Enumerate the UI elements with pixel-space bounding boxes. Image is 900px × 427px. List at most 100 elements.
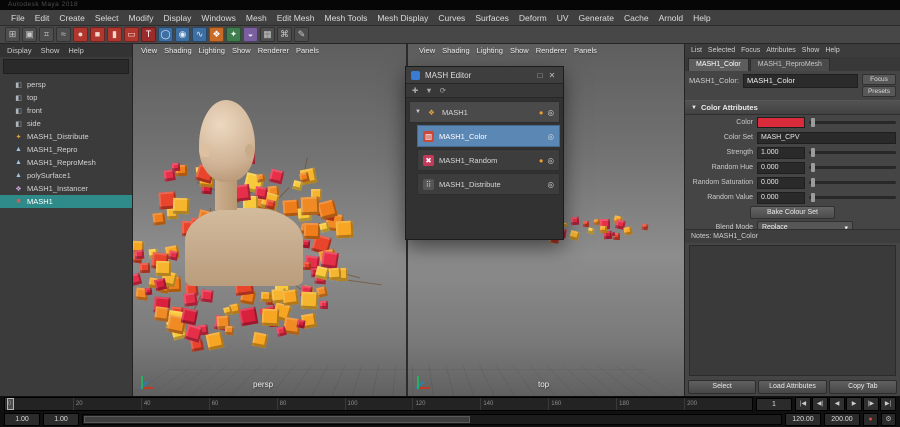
menu-help[interactable]: Help [688,13,715,23]
ae-tab-mash1-color[interactable]: MASH1_Color [688,58,749,71]
viewport-menu-lighting[interactable]: Lighting [477,46,503,55]
filter-icon[interactable]: ▼ [425,86,432,95]
sweep-mesh-icon[interactable]: ✦ [226,27,241,42]
presets-button[interactable]: Presets [862,86,896,97]
mash-node-row-mash1-distribute[interactable]: ⠿MASH1_Distribute◎ [417,173,560,195]
viewport-menu-view[interactable]: View [141,46,157,55]
bake-colour-set-button[interactable]: Bake Colour Set [750,206,835,219]
menu-generate[interactable]: Generate [574,13,619,23]
snap-curve-icon[interactable]: ≈ [56,27,71,42]
menu-create[interactable]: Create [54,13,90,23]
viewport-menu-show[interactable]: Show [510,46,529,55]
color-slider[interactable] [809,121,896,124]
menu-arnold[interactable]: Arnold [654,13,689,23]
step-back-frame-button[interactable]: ◀| [812,397,828,411]
outliner-item-mash1-distribute[interactable]: ✦MASH1_Distribute [0,130,132,143]
refresh-icon[interactable]: ⟳ [440,86,446,95]
outliner-item-front[interactable]: ◧front [0,104,132,117]
mash-node-row-mash1-color[interactable]: ▧MASH1_Color◎ [417,125,560,147]
value-field[interactable]: 0.000 [757,192,805,204]
solo-icon[interactable]: ● [539,108,544,117]
menu-modify[interactable]: Modify [124,13,159,23]
focus-button[interactable]: Focus [862,74,896,85]
eye-icon[interactable]: ◎ [547,156,554,165]
four-view-icon[interactable]: ⊞ [5,27,20,42]
viewport-menu-shading[interactable]: Shading [442,46,470,55]
value-field[interactable]: 0.000 [757,162,805,174]
viewport-menu-panels[interactable]: Panels [574,46,597,55]
type-tool-icon[interactable]: T [141,27,156,42]
viewport-menu-show[interactable]: Show [232,46,251,55]
menu-select[interactable]: Select [90,13,124,23]
viewport-menu-panels[interactable]: Panels [296,46,319,55]
time-slider[interactable]: 020406080100120140160180200 [4,397,753,411]
menu-surfaces[interactable]: Surfaces [470,13,514,23]
outliner-item-mash1[interactable]: ■MASH1 [0,195,132,208]
playback-end-field[interactable]: 120.00 [785,413,821,426]
ae-tab-mash1-repromesh[interactable]: MASH1_ReproMesh [750,58,830,71]
color-swatch[interactable] [757,117,805,128]
ae-menu-show[interactable]: Show [802,47,820,54]
outliner-menu-help[interactable]: Help [68,46,83,55]
viewport-menu-view[interactable]: View [419,46,435,55]
curve-tool-icon[interactable]: ∿ [192,27,207,42]
slider-track[interactable] [809,166,896,169]
outliner-menu-display[interactable]: Display [7,46,32,55]
step-forward-frame-button[interactable]: |▶ [863,397,879,411]
copy-tab-button[interactable]: Copy Tab [829,380,897,394]
mash-node-row-mash1[interactable]: ▼❖MASH1●◎ [409,101,560,123]
maximize-icon[interactable]: □ [534,71,546,80]
outliner-item-mash1-repromesh[interactable]: ▲MASH1_ReproMesh [0,156,132,169]
menu-display[interactable]: Display [159,13,197,23]
ae-menu-focus[interactable]: Focus [741,47,760,54]
node-name-field[interactable]: MASH1_Color [743,74,858,88]
menu-uv[interactable]: UV [552,13,574,23]
current-time-marker[interactable] [7,398,14,410]
paint-tool-icon[interactable]: ✎ [294,27,309,42]
outliner-search-input[interactable] [3,59,129,74]
eye-icon[interactable]: ◎ [547,132,554,141]
slider-handle[interactable] [811,178,815,187]
menu-mesh[interactable]: Mesh [241,13,272,23]
outliner-menu-show[interactable]: Show [41,46,60,55]
nurbs-sphere-icon[interactable]: ◉ [175,27,190,42]
slider-track[interactable] [809,151,896,154]
viewport-menu-lighting[interactable]: Lighting [199,46,225,55]
section-header-color-attributes[interactable]: ▼Color Attributes [685,100,900,115]
remesh-icon[interactable]: ▦ [260,27,275,42]
outliner-item-side[interactable]: ◧side [0,117,132,130]
add-node-icon[interactable]: ✚ [412,86,418,95]
blend-mode-dropdown[interactable]: Replace▾ [757,221,853,229]
poly-cylinder-icon[interactable]: ▮ [107,27,122,42]
menu-edit-mesh[interactable]: Edit Mesh [272,13,320,23]
load-attributes-button[interactable]: Load Attributes [758,380,826,394]
snap-grid-icon[interactable]: ⌗ [39,27,54,42]
ae-menu-help[interactable]: Help [825,47,839,54]
close-icon[interactable]: ✕ [546,71,558,80]
slider-handle[interactable] [811,118,815,127]
boolean-icon[interactable]: ◒ [243,27,258,42]
animation-preferences-button[interactable]: ⚙ [881,413,896,426]
slider-track[interactable] [809,181,896,184]
range-slider[interactable] [82,414,782,425]
viewport-menu-renderer[interactable]: Renderer [536,46,567,55]
eye-icon[interactable]: ◎ [547,108,554,117]
outliner-item-polysurface1[interactable]: ▲polySurface1 [0,169,132,182]
solo-icon[interactable]: ● [539,156,544,165]
menu-mesh-tools[interactable]: Mesh Tools [320,13,373,23]
menu-deform[interactable]: Deform [514,13,552,23]
slider-handle[interactable] [811,163,815,172]
value-field[interactable]: 1.000 [757,147,805,159]
play-forwards-button[interactable]: ▶ [846,397,862,411]
ae-menu-attributes[interactable]: Attributes [766,47,796,54]
expand-caret-icon[interactable]: ▼ [415,109,421,115]
animation-end-field[interactable]: 200.00 [824,413,860,426]
eye-icon[interactable]: ◎ [547,180,554,189]
mash-network-icon[interactable]: ❖ [209,27,224,42]
slider-handle[interactable] [811,193,815,202]
ae-menu-list[interactable]: List [691,47,702,54]
auto-keyframe-toggle[interactable]: ● [863,413,878,426]
poly-cube-icon[interactable]: ■ [90,27,105,42]
slider-handle[interactable] [811,148,815,157]
menu-windows[interactable]: Windows [196,13,240,23]
